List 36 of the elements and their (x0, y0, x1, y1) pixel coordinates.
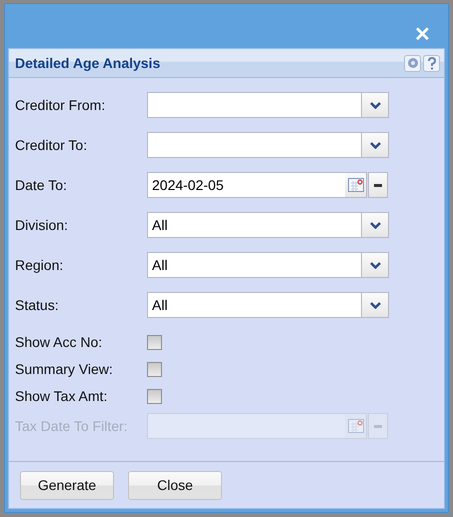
field-label: Show Tax Amt: (15, 388, 108, 404)
clear-button[interactable] (368, 172, 388, 198)
checkbox[interactable] (147, 362, 162, 376)
minus-icon (374, 184, 382, 186)
combo-field[interactable] (147, 132, 361, 158)
action-button[interactable]: Generate (20, 470, 114, 500)
caret-icon (370, 142, 380, 148)
checkbox[interactable] (147, 334, 162, 350)
caret-icon (370, 102, 380, 108)
caret-icon (370, 222, 380, 228)
field-label: Region: (15, 257, 64, 273)
gear-icon[interactable] (404, 54, 421, 72)
panel-title: Detailed Age Analysis (15, 55, 162, 71)
action-button[interactable]: Close (128, 470, 222, 500)
caret-icon (370, 302, 380, 308)
field-label: Summary View: (15, 361, 114, 377)
help-icon[interactable] (423, 54, 440, 72)
dropdown-button[interactable] (361, 92, 389, 118)
field-label: Date To: (15, 177, 68, 193)
field-label: Creditor To: (15, 137, 88, 153)
combo-field[interactable]: All (147, 252, 361, 278)
dropdown-button[interactable] (361, 132, 389, 158)
combo-field[interactable]: All (147, 212, 361, 238)
caret-icon (370, 262, 380, 268)
dropdown-button[interactable] (361, 212, 389, 238)
checkbox[interactable] (147, 388, 162, 404)
dropdown-button[interactable] (361, 292, 389, 318)
dropdown-button[interactable] (361, 252, 389, 278)
field-label: Show Acc No: (15, 334, 104, 350)
minus-icon (374, 424, 382, 428)
field-label: Creditor From: (15, 97, 106, 113)
field-label: Tax Date To Filter: (15, 418, 129, 434)
combo-field[interactable] (147, 92, 361, 118)
field-label: Status: (15, 297, 60, 313)
combo-field[interactable]: All (147, 292, 361, 318)
field-label: Division: (15, 217, 69, 233)
